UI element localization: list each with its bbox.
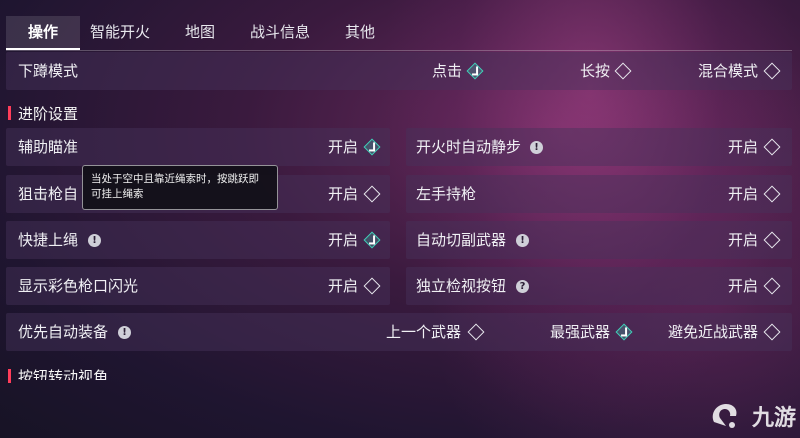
fire-silent-walk-info-icon[interactable]: ! xyxy=(530,141,543,154)
section-title-button-rotate: 按钮转动视角 xyxy=(18,368,109,380)
crouch-option-hold[interactable]: 长按 xyxy=(580,52,610,90)
fire-silent-walk-label: 开火时自动静步 xyxy=(416,138,522,156)
crouch-option-mixed[interactable]: 混合模式 xyxy=(698,52,758,90)
section-accent-bar xyxy=(8,106,11,120)
muzzle-flash-on-option[interactable]: 开启 xyxy=(328,267,358,305)
sniper-on-option[interactable]: 开启 xyxy=(328,175,358,213)
auto-equip-strongest-option[interactable]: 最强武器 xyxy=(550,313,610,351)
auto-equip-row: 优先自动装备 ! 上一个武器 最强武器 避免近战武器 xyxy=(6,313,792,351)
quick-rope-row: 快捷上绳 ! 开启 xyxy=(6,221,390,259)
inspect-button-help-icon[interactable]: ? xyxy=(516,280,529,293)
tab-map[interactable]: 地图 xyxy=(170,16,230,48)
auto-equip-info-icon[interactable]: ! xyxy=(118,326,131,339)
auto-secondary-info-icon[interactable]: ! xyxy=(516,234,529,247)
section-title-advanced: 进阶设置 xyxy=(18,105,79,123)
tab-other[interactable]: 其他 xyxy=(330,16,390,48)
crouch-hold-diamond-icon[interactable] xyxy=(614,62,632,80)
muzzle-flash-label: 显示彩色枪口闪光 xyxy=(18,277,139,295)
quick-rope-on-option[interactable]: 开启 xyxy=(328,221,358,259)
tab-bar: 操作 智能开火 地图 战斗信息 其他 xyxy=(0,16,800,50)
sniper-label: 狙击枪自 xyxy=(18,185,79,203)
left-hand-row: 左手持枪 开启 xyxy=(406,175,792,213)
section-accent-bar-2 xyxy=(8,369,11,383)
muzzle-flash-diamond-icon[interactable] xyxy=(363,277,381,295)
crouch-option-tap[interactable]: 点击 xyxy=(432,52,462,90)
fire-silent-walk-row: 开火时自动静步 ! 开启 xyxy=(406,128,792,166)
aim-assist-label: 辅助瞄准 xyxy=(18,138,79,156)
fire-silent-walk-on-option[interactable]: 开启 xyxy=(728,128,758,166)
strongest-weapon-check-icon[interactable] xyxy=(615,323,633,341)
auto-secondary-label: 自动切副武器 xyxy=(416,231,507,249)
watermark-text: 九游 xyxy=(752,406,797,431)
last-weapon-diamond-icon[interactable] xyxy=(467,323,485,341)
tab-operation[interactable]: 操作 xyxy=(6,16,80,48)
left-hand-diamond-icon[interactable] xyxy=(763,185,781,203)
aim-assist-on-option[interactable]: 开启 xyxy=(328,128,358,166)
aim-assist-check-icon[interactable] xyxy=(363,138,381,156)
inspect-button-on-option[interactable]: 开启 xyxy=(728,267,758,305)
auto-equip-label: 优先自动装备 xyxy=(18,323,109,341)
aim-assist-row: 辅助瞄准 开启 xyxy=(6,128,390,166)
inspect-button-label: 独立检视按钮 xyxy=(416,277,507,295)
tab-combat-info[interactable]: 战斗信息 xyxy=(240,16,320,48)
crouch-mode-row: 下蹲模式 点击 长按 混合模式 xyxy=(6,52,792,90)
avoid-melee-diamond-icon[interactable] xyxy=(763,323,781,341)
inspect-button-row: 独立检视按钮 ? 开启 xyxy=(406,267,792,305)
inspect-button-diamond-icon[interactable] xyxy=(763,277,781,295)
muzzle-flash-row: 显示彩色枪口闪光 开启 xyxy=(6,267,390,305)
auto-secondary-diamond-icon[interactable] xyxy=(763,231,781,249)
crouch-mode-label: 下蹲模式 xyxy=(18,62,79,80)
fire-silent-walk-diamond-icon[interactable] xyxy=(763,138,781,156)
auto-equip-last-weapon-option[interactable]: 上一个武器 xyxy=(386,313,461,351)
quick-rope-info-icon[interactable]: ! xyxy=(88,234,101,247)
left-hand-on-option[interactable]: 开启 xyxy=(728,175,758,213)
crouch-mixed-diamond-icon[interactable] xyxy=(763,62,781,80)
sniper-diamond-icon[interactable] xyxy=(363,185,381,203)
crouch-tap-check-icon[interactable] xyxy=(466,62,484,80)
left-hand-label: 左手持枪 xyxy=(416,185,477,203)
auto-secondary-row: 自动切副武器 ! 开启 xyxy=(406,221,792,259)
quick-rope-tooltip: 当处于空中且靠近绳索时，按跳跃即可挂上绳索 xyxy=(82,165,278,210)
tab-smart-fire[interactable]: 智能开火 xyxy=(84,16,156,48)
tab-divider xyxy=(6,50,792,51)
auto-equip-avoid-melee-option[interactable]: 避免近战武器 xyxy=(668,313,758,351)
quick-rope-label: 快捷上绳 xyxy=(18,231,79,249)
auto-secondary-on-option[interactable]: 开启 xyxy=(728,221,758,259)
quick-rope-check-icon[interactable] xyxy=(363,231,381,249)
